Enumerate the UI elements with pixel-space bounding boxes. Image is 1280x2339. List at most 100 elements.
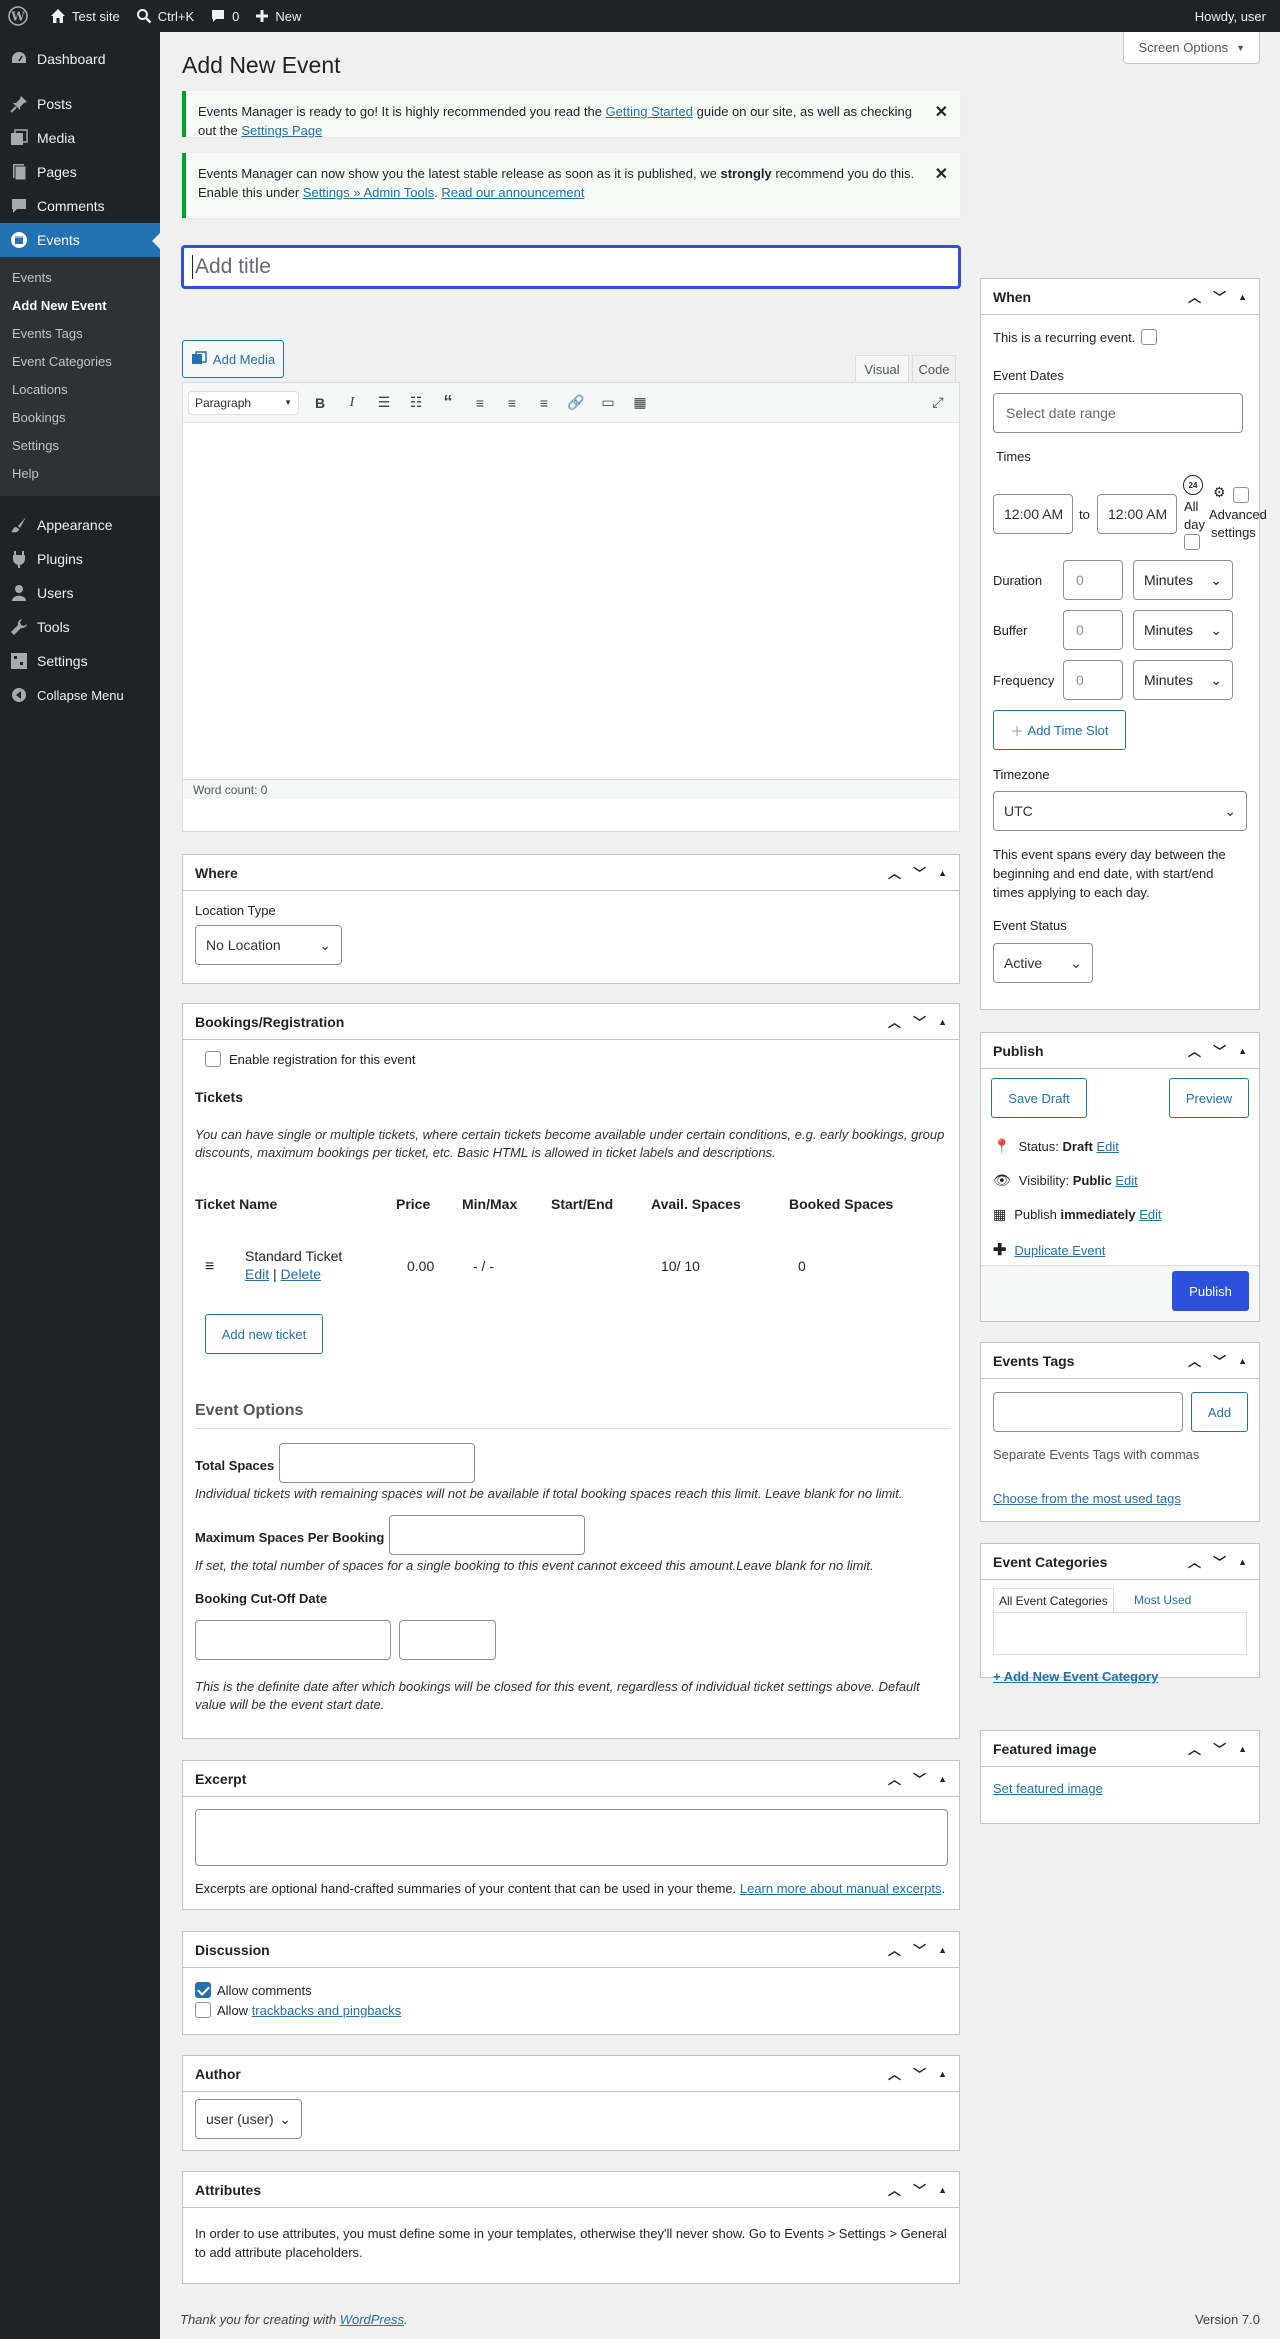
submenu-add-new-event[interactable]: Add New Event bbox=[0, 292, 160, 320]
collapse-toggle-icon[interactable]: ▲ bbox=[938, 2069, 947, 2079]
all-day-checkbox[interactable] bbox=[1184, 534, 1200, 550]
submenu-help[interactable]: Help bbox=[0, 460, 160, 488]
move-down-icon[interactable]: ﹀ bbox=[913, 2064, 926, 2083]
submenu-events[interactable]: Events bbox=[0, 264, 160, 292]
move-up-icon[interactable]: ︿ bbox=[1188, 1041, 1201, 1060]
tab-code[interactable]: Code bbox=[912, 355, 956, 383]
settings-page-link[interactable]: Settings Page bbox=[241, 123, 322, 138]
timezone-select[interactable]: UTC ⌄ bbox=[993, 791, 1247, 831]
advanced-settings-checkbox[interactable] bbox=[1233, 487, 1249, 503]
move-down-icon[interactable]: ﹀ bbox=[1213, 287, 1226, 306]
move-up-icon[interactable]: ︿ bbox=[1188, 1552, 1201, 1571]
ticket-edit-link[interactable]: Edit bbox=[245, 1266, 269, 1282]
menu-appearance[interactable]: Appearance bbox=[0, 508, 160, 542]
blockquote-icon[interactable]: “ bbox=[437, 392, 459, 414]
move-up-icon[interactable]: ︿ bbox=[1188, 287, 1201, 306]
submenu-event-categories[interactable]: Event Categories bbox=[0, 348, 160, 376]
edit-visibility-link[interactable]: Edit bbox=[1115, 1173, 1137, 1188]
move-down-icon[interactable]: ﹀ bbox=[1213, 1351, 1226, 1370]
move-down-icon[interactable]: ﹀ bbox=[913, 1769, 926, 1788]
wordpress-logo-icon[interactable]: W bbox=[0, 0, 42, 32]
submenu-bookings[interactable]: Bookings bbox=[0, 404, 160, 432]
bold-icon[interactable]: B bbox=[309, 392, 331, 414]
screen-options-button[interactable]: Screen Options ▼ bbox=[1123, 32, 1260, 64]
menu-settings[interactable]: Settings bbox=[0, 644, 160, 678]
bullet-list-icon[interactable]: ☰ bbox=[373, 392, 395, 414]
read-announcement-link[interactable]: Read our announcement bbox=[441, 185, 584, 200]
menu-comments[interactable]: Comments bbox=[0, 189, 160, 223]
menu-tools[interactable]: Tools bbox=[0, 610, 160, 644]
duration-unit-select[interactable]: Minutes ⌄ bbox=[1133, 560, 1233, 600]
collapse-toggle-icon[interactable]: ▲ bbox=[938, 1774, 947, 1784]
submenu-events-tags[interactable]: Events Tags bbox=[0, 320, 160, 348]
drag-handle-icon[interactable]: ≡ bbox=[205, 1258, 214, 1276]
menu-posts[interactable]: Posts bbox=[0, 87, 160, 121]
allow-trackbacks-checkbox[interactable] bbox=[195, 2002, 211, 2018]
save-draft-button[interactable]: Save Draft bbox=[991, 1078, 1087, 1118]
italic-icon[interactable]: I bbox=[341, 392, 363, 414]
comments-link[interactable]: 0 bbox=[202, 0, 247, 32]
fullscreen-icon[interactable]: ⤢ bbox=[927, 392, 949, 414]
move-up-icon[interactable]: ︿ bbox=[888, 1012, 901, 1031]
toolbar-toggle-icon[interactable]: ▦ bbox=[629, 392, 651, 414]
start-time-input[interactable]: 12:00 AM bbox=[993, 494, 1073, 534]
move-down-icon[interactable]: ﹀ bbox=[913, 1940, 926, 1959]
numbered-list-icon[interactable]: ☷ bbox=[405, 392, 427, 414]
new-content-link[interactable]: New bbox=[247, 0, 309, 32]
link-icon[interactable]: 🔗 bbox=[565, 392, 587, 414]
recurring-checkbox[interactable] bbox=[1141, 329, 1158, 345]
frequency-input[interactable]: 0 bbox=[1063, 660, 1123, 700]
choose-tags-link[interactable]: Choose from the most used tags bbox=[993, 1491, 1181, 1506]
howdy-user-menu[interactable]: Howdy, user bbox=[1187, 0, 1280, 32]
menu-plugins[interactable]: Plugins bbox=[0, 542, 160, 576]
categories-list[interactable] bbox=[993, 1612, 1247, 1655]
move-up-icon[interactable]: ︿ bbox=[888, 863, 901, 882]
frequency-unit-select[interactable]: Minutes ⌄ bbox=[1133, 660, 1233, 700]
duration-input[interactable]: 0 bbox=[1063, 560, 1123, 600]
collapse-toggle-icon[interactable]: ▲ bbox=[1238, 1356, 1247, 1366]
menu-pages[interactable]: Pages bbox=[0, 155, 160, 189]
collapse-toggle-icon[interactable]: ▲ bbox=[1238, 1046, 1247, 1056]
collapse-toggle-icon[interactable]: ▲ bbox=[1238, 292, 1247, 302]
move-down-icon[interactable]: ﹀ bbox=[913, 2180, 926, 2199]
move-down-icon[interactable]: ﹀ bbox=[1213, 1552, 1226, 1571]
preview-button[interactable]: Preview bbox=[1169, 1078, 1249, 1118]
move-up-icon[interactable]: ︿ bbox=[888, 2180, 901, 2199]
move-down-icon[interactable]: ﹀ bbox=[1213, 1739, 1226, 1758]
event-status-select[interactable]: Active ⌄ bbox=[993, 943, 1093, 983]
date-range-input[interactable]: Select date range bbox=[993, 393, 1243, 433]
move-down-icon[interactable]: ﹀ bbox=[913, 1012, 926, 1031]
add-media-button[interactable]: Add Media bbox=[182, 340, 284, 378]
collapse-toggle-icon[interactable]: ▲ bbox=[938, 1017, 947, 1027]
collapse-toggle-icon[interactable]: ▲ bbox=[938, 868, 947, 878]
menu-events[interactable]: Events bbox=[0, 223, 160, 257]
allow-comments-checkbox[interactable] bbox=[195, 1982, 211, 1998]
align-left-icon[interactable]: ≡ bbox=[469, 392, 491, 414]
buffer-input[interactable]: 0 bbox=[1063, 610, 1123, 650]
cutoff-time-input[interactable] bbox=[399, 1620, 496, 1660]
menu-users[interactable]: Users bbox=[0, 576, 160, 610]
add-time-slot-button[interactable]: ＋ Add Time Slot bbox=[993, 710, 1126, 750]
command-palette-button[interactable]: Ctrl+K bbox=[128, 0, 202, 32]
editor-body[interactable] bbox=[183, 423, 959, 779]
add-new-ticket-button[interactable]: Add new ticket bbox=[205, 1314, 323, 1354]
enable-registration-checkbox[interactable] bbox=[205, 1051, 221, 1067]
read-more-icon[interactable]: ▭ bbox=[597, 392, 619, 414]
cutoff-date-input[interactable] bbox=[195, 1620, 391, 1660]
collapse-toggle-icon[interactable]: ▲ bbox=[1238, 1744, 1247, 1754]
align-right-icon[interactable]: ≡ bbox=[533, 392, 555, 414]
manual-excerpts-link[interactable]: Learn more about manual excerpts bbox=[740, 1881, 942, 1896]
add-new-category-link[interactable]: + Add New Event Category bbox=[993, 1669, 1158, 1684]
menu-collapse[interactable]: Collapse Menu bbox=[0, 678, 160, 712]
menu-media[interactable]: Media bbox=[0, 121, 160, 155]
ticket-delete-link[interactable]: Delete bbox=[281, 1266, 321, 1282]
set-featured-image-link[interactable]: Set featured image bbox=[993, 1781, 1103, 1796]
tab-visual[interactable]: Visual bbox=[855, 355, 909, 383]
tab-all-categories[interactable]: All Event Categories bbox=[993, 1588, 1114, 1612]
total-spaces-input[interactable] bbox=[279, 1443, 475, 1483]
duplicate-event-link[interactable]: Duplicate Event bbox=[1014, 1243, 1105, 1258]
location-type-select[interactable]: No Location ⌄ bbox=[195, 925, 342, 965]
author-select[interactable]: user (user) ⌄ bbox=[195, 2099, 302, 2139]
submenu-locations[interactable]: Locations bbox=[0, 376, 160, 404]
tags-input[interactable] bbox=[993, 1392, 1183, 1432]
